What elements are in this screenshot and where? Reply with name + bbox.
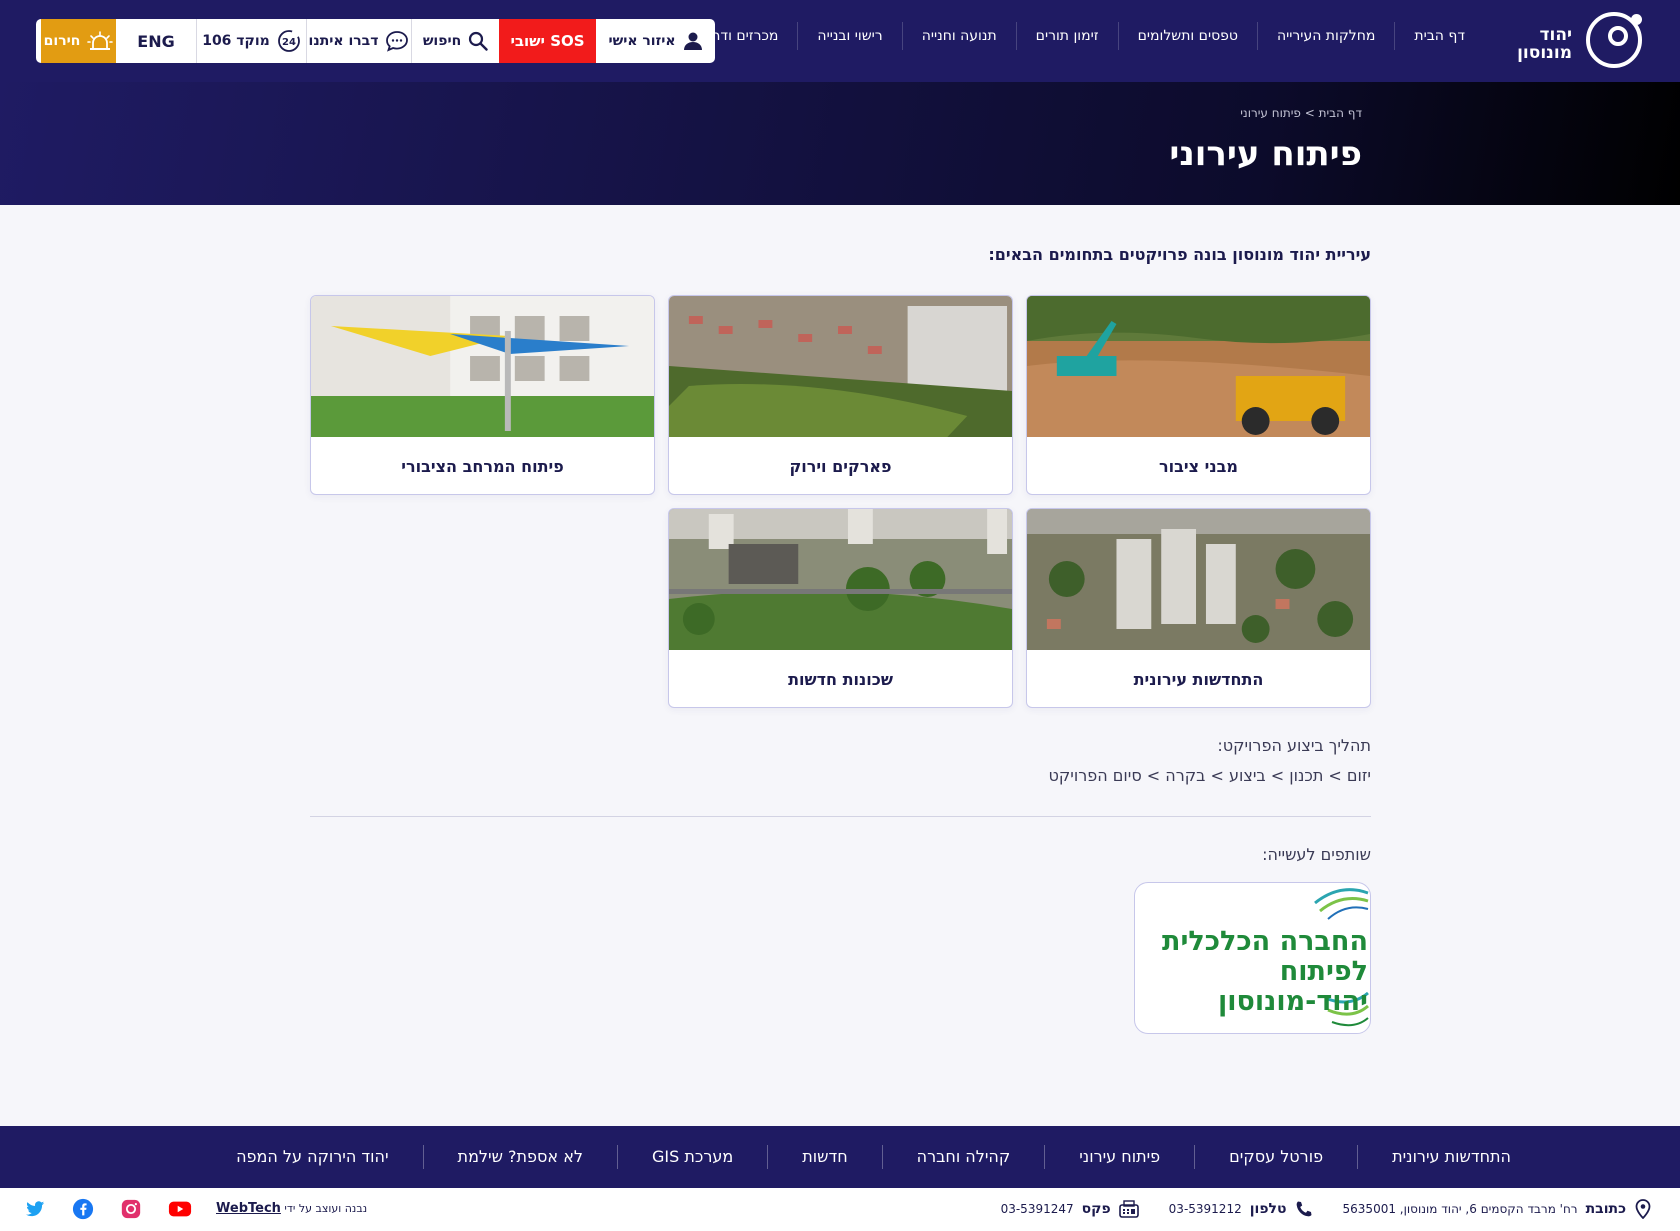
- site-credit: נבנה ועוצב על ידי WebTech: [216, 1201, 367, 1216]
- card-parks[interactable]: פארקים וירוק: [668, 295, 1013, 495]
- phone-value: 03-5391212: [1168, 1202, 1242, 1216]
- youtube-icon[interactable]: [168, 1198, 192, 1220]
- bottom-bar: כתובת רח' מרבד הקסמים 6, יהוד מונוסון, 5…: [0, 1188, 1680, 1231]
- logo-text: יהוד מונוסון: [1517, 26, 1572, 62]
- footer-link-green-map[interactable]: יהוד הירוקה על המפה: [202, 1145, 422, 1169]
- aerial-towers-photo: [1027, 509, 1370, 650]
- fax-value: 03-5391247: [1000, 1202, 1074, 1216]
- personal-area-label: איזור אישי: [608, 33, 676, 49]
- twitter-icon[interactable]: [24, 1198, 46, 1220]
- siren-icon: [87, 31, 114, 50]
- process-steps: יזום > תכנון > ביצוע > בקרה > סיום הפרוי…: [1048, 766, 1371, 785]
- process-title: תהליך ביצוע הפרויקט:: [1217, 736, 1371, 755]
- card-urban-renewal[interactable]: התחדשות עירונית: [1026, 508, 1371, 708]
- section-divider: [310, 816, 1371, 817]
- search-button[interactable]: חיפוש: [411, 19, 499, 63]
- location-pin-icon: [1635, 1199, 1651, 1219]
- partner-line-1: החברה הכלכלית: [1162, 926, 1368, 957]
- footer-link-business-portal[interactable]: פורטל עסקים: [1194, 1145, 1357, 1169]
- fax-label: פקס: [1081, 1201, 1111, 1217]
- sos-label: SOS ישובי: [510, 32, 585, 50]
- partner-economic-company[interactable]: החברה הכלכלית לפיתוח יהוד-מונוסון: [1134, 882, 1371, 1034]
- school-shade-photo: [311, 296, 654, 437]
- logo-center-icon: [1608, 26, 1628, 46]
- contact-info: כתובת רח' מרבד הקסמים 6, יהוד מונוסון, 5…: [1001, 1199, 1652, 1219]
- nav-item-traffic[interactable]: תנועה וחנייה: [901, 22, 1016, 50]
- phone-group[interactable]: טלפון 03-5391212: [1169, 1199, 1313, 1219]
- english-label: ENG: [137, 31, 175, 51]
- partner-wave-top-icon: [1314, 888, 1369, 920]
- main-nav: דף הבית מחלקות העירייה טפסים ותשלומים זי…: [667, 22, 1484, 50]
- svg-text:24: 24: [282, 37, 296, 48]
- fax-group: פקס 03-5391247: [1001, 1199, 1139, 1219]
- nav-item-forms[interactable]: טפסים ותשלומים: [1117, 22, 1257, 50]
- 24-hours-icon: 24: [277, 30, 300, 52]
- card-label: שכונות חדשות: [788, 670, 893, 689]
- intro-text: עיריית יהוד מונוסון בונה פרויקטים בתחומי…: [988, 245, 1371, 264]
- utility-bar: איזור אישי SOS ישובי חיפוש דברו איתנו 24…: [36, 19, 715, 63]
- webtech-link[interactable]: WebTech: [216, 1201, 281, 1216]
- contact-us-button[interactable]: דברו איתנו: [306, 19, 411, 63]
- construction-site-photo: [1027, 296, 1370, 437]
- footer-link-urban-renewal[interactable]: התחדשות עירונית: [1357, 1145, 1511, 1169]
- user-icon: [683, 32, 702, 50]
- footer-link-community[interactable]: קהילה וחברה: [881, 1145, 1045, 1169]
- contact-us-label: דברו איתנו: [308, 33, 379, 49]
- personal-area-button[interactable]: איזור אישי: [596, 19, 715, 63]
- partners-title: שותפים לעשייה:: [1262, 845, 1371, 864]
- card-public-space[interactable]: פיתוח המרחב הציבורי: [310, 295, 655, 495]
- breadcrumb[interactable]: דף הבית > פיתוח עירוני: [1240, 106, 1362, 120]
- sos-button[interactable]: SOS ישובי: [499, 19, 596, 63]
- logo-line-2: מונוסון: [1517, 43, 1572, 63]
- footer-nav: התחדשות עירונית פורטל עסקים פיתוח עירוני…: [0, 1126, 1680, 1188]
- card-label: מבני ציבור: [1159, 457, 1238, 476]
- card-public-buildings[interactable]: מבני ציבור: [1026, 295, 1371, 495]
- partner-line-2: לפיתוח יהוד-מונוסון: [1217, 956, 1368, 1017]
- footer-link-gis[interactable]: מערכת GIS: [616, 1145, 767, 1169]
- chat-bubble-icon: [386, 31, 409, 52]
- nav-item-home[interactable]: דף הבית: [1394, 22, 1484, 50]
- aerial-park-photo: [669, 296, 1012, 437]
- phone-label: טלפון: [1249, 1201, 1287, 1217]
- page-banner: דף הבית > פיתוח עירוני פיתוח עירוני: [0, 82, 1680, 205]
- page-title: פיתוח עירוני: [1169, 134, 1362, 174]
- city-logo[interactable]: יהוד מונוסון: [1482, 12, 1642, 70]
- partner-logo-text: החברה הכלכלית לפיתוח יהוד-מונוסון: [1136, 927, 1368, 1017]
- footer-link-urban-development[interactable]: פיתוח עירוני: [1044, 1145, 1194, 1169]
- hotline-106-button[interactable]: 24 מוקד 106: [196, 19, 306, 63]
- card-label: התחדשות עירונית: [1133, 670, 1264, 689]
- fax-icon: [1118, 1200, 1139, 1218]
- emergency-button[interactable]: חירום: [41, 19, 116, 63]
- phone-icon: [1296, 1201, 1312, 1217]
- card-new-neighborhoods[interactable]: שכונות חדשות: [668, 508, 1013, 708]
- english-language-button[interactable]: ENG: [116, 19, 196, 63]
- facebook-icon[interactable]: [72, 1198, 94, 1220]
- logo-satellite-icon: [1631, 14, 1642, 25]
- search-icon: [469, 31, 488, 51]
- address-label: כתובת: [1585, 1201, 1626, 1217]
- aerial-neighborhood-photo: [669, 509, 1012, 650]
- address-value: רח' מרבד הקסמים 6, יהוד מונוסון, 5635001: [1342, 1202, 1578, 1216]
- top-header: יהוד מונוסון דף הבית מחלקות העירייה טפסי…: [0, 0, 1680, 82]
- card-label: פיתוח המרחב הציבורי: [401, 457, 564, 476]
- search-label: חיפוש: [422, 33, 462, 49]
- footer-link-news[interactable]: חדשות: [767, 1145, 881, 1169]
- card-label: פארקים וירוק: [789, 457, 892, 476]
- social-links: [24, 1198, 192, 1220]
- credit-prefix: נבנה ועוצב על ידי: [284, 1202, 368, 1215]
- hotline-label: מוקד 106: [202, 33, 270, 49]
- instagram-icon[interactable]: [120, 1198, 142, 1220]
- logo-line-1: יהוד: [1539, 25, 1572, 45]
- address-group: כתובת רח' מרבד הקסמים 6, יהוד מונוסון, 5…: [1343, 1199, 1652, 1219]
- nav-item-appointments[interactable]: זימון תורים: [1015, 22, 1118, 50]
- emergency-label: חירום: [43, 33, 81, 49]
- nav-item-licensing[interactable]: רישוי ובנייה: [797, 22, 901, 50]
- footer-link-collection[interactable]: לא אספת? שילמת: [422, 1145, 617, 1169]
- nav-item-departments[interactable]: מחלקות העירייה: [1257, 22, 1394, 50]
